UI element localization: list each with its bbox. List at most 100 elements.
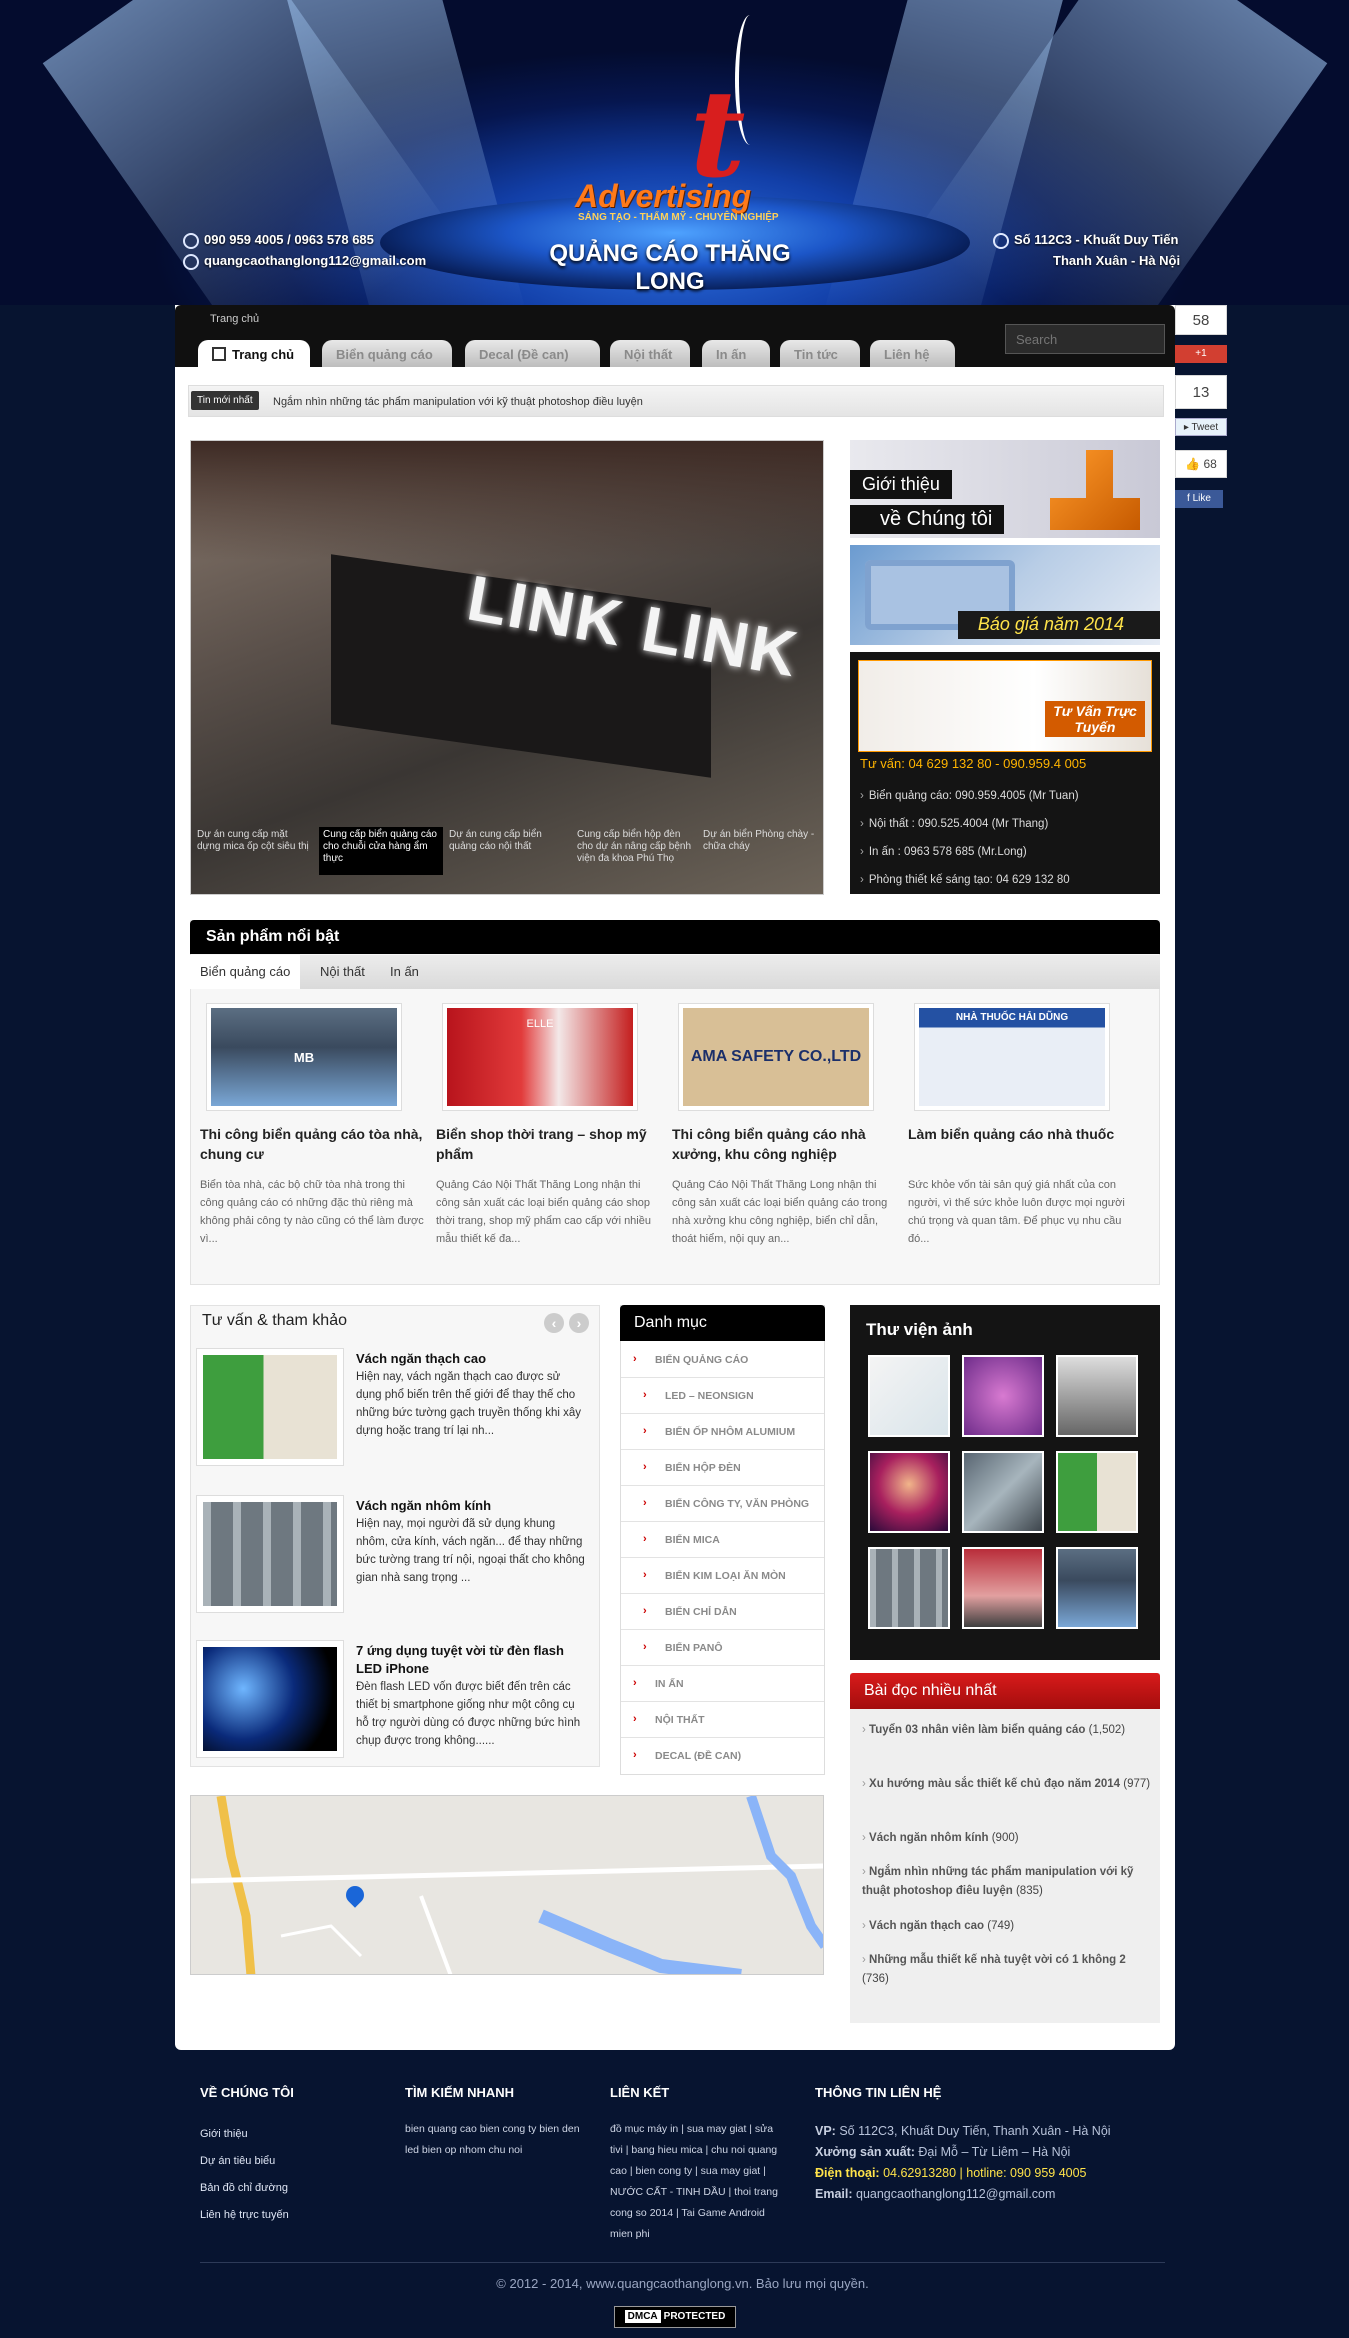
tab-in-an[interactable]: In ấn — [702, 340, 770, 367]
category-item[interactable]: › IN ẤN — [621, 1666, 824, 1702]
gplus-button[interactable]: +1 — [1175, 345, 1227, 363]
dmca-badge[interactable]: DMCA PROTECTED — [614, 2306, 736, 2328]
gallery-thumb[interactable] — [868, 1547, 950, 1629]
chevron-right-icon: › — [633, 1353, 637, 1365]
featured-item[interactable]: NHÀ THUỐC HẢI DŨNG Làm biển quảng cáo nh… — [908, 1000, 1125, 1280]
logo-name[interactable]: QUẢNG CÁO THĂNG LONG — [520, 240, 820, 296]
image-slider[interactable]: LINK LINK Dự án cung cấp mặt dựng mica ố… — [190, 440, 824, 895]
tab-lien-he[interactable]: Liên hệ — [870, 340, 955, 367]
gallery-thumb[interactable] — [962, 1355, 1044, 1437]
contact-item: › In ấn : 0963 578 685 (Mr.Long) — [860, 846, 1027, 858]
slider-caption[interactable]: Dự án biển Phòng chày - chữa cháy — [699, 827, 823, 894]
gallery-thumb[interactable] — [868, 1355, 950, 1437]
featured-tab-bien-quang-cao[interactable]: Biển quảng cáo — [190, 955, 301, 989]
featured-item-title[interactable]: Biển shop thời trang – shop mỹ phẩm — [436, 1124, 666, 1164]
category-item[interactable]: › BIỂN CHỈ DẪN — [621, 1594, 824, 1630]
featured-item[interactable]: ELLE Biển shop thời trang – shop mỹ phẩm… — [436, 1000, 651, 1280]
category-item[interactable]: › NỘI THẤT — [621, 1702, 824, 1738]
featured-image[interactable]: NHÀ THUỐC HẢI DŨNG — [914, 1003, 1110, 1111]
copyright: © 2012 - 2014, www.quangcaothanglong.vn.… — [496, 2276, 869, 2291]
slider-caption[interactable]: Dự án cung cấp mặt dựng mica ốp cột siêu… — [193, 827, 317, 894]
featured-item[interactable]: MB Thi công biển quảng cáo tòa nhà, chun… — [200, 1000, 424, 1280]
popular-item[interactable]: › Xu hướng màu sắc thiết kế chủ đạo năm … — [862, 1775, 1152, 1794]
slider-building-sign — [191, 441, 823, 561]
search-input[interactable] — [1005, 324, 1165, 354]
advice-item[interactable]: Vách ngăn thạch cao Hiện nay, vách ngăn … — [196, 1348, 596, 1468]
contact-item: › Biển quảng cáo: 090.959.4005 (Mr Tuan) — [860, 790, 1079, 802]
popular-item[interactable]: › Tuyển 03 nhân viên làm biển quảng cáo … — [862, 1721, 1152, 1740]
tab-noi-that[interactable]: Nội thất — [610, 340, 690, 367]
tab-decal[interactable]: Decal (Đề can) — [465, 340, 600, 367]
slider-caption[interactable]: Dự án cung cấp biển quảng cáo nội thất — [445, 827, 569, 894]
featured-item-title[interactable]: Làm biển quảng cáo nhà thuốc — [908, 1124, 1138, 1144]
tab-tin-tuc[interactable]: Tin tức — [780, 340, 860, 367]
gallery-title: Thư viện ảnh — [866, 1320, 973, 1339]
featured-tab-in-an[interactable]: In ấn — [390, 964, 419, 979]
location-map[interactable] — [190, 1795, 824, 1975]
advice-item-title[interactable]: Vách ngăn nhôm kính — [356, 1497, 586, 1515]
popular-item[interactable]: › Vách ngăn nhôm kính (900) — [862, 1829, 1152, 1848]
slider-caption-active[interactable]: Cung cấp biển quảng cáo cho chuỗi cửa hà… — [319, 827, 443, 875]
gallery-thumb[interactable] — [1056, 1355, 1138, 1437]
about-banner[interactable]: Giới thiệu về Chúng tôi — [850, 440, 1160, 538]
popular-item[interactable]: › Những mẫu thiết kế nhà tuyệt vời có 1 … — [862, 1951, 1152, 1989]
advice-item[interactable]: 7 ứng dụng tuyệt vời từ đèn flash LED iP… — [196, 1640, 596, 1760]
gallery-thumb[interactable] — [962, 1547, 1044, 1629]
news-link[interactable]: Ngắm nhìn những tác phẩm manipulation vớ… — [273, 396, 643, 408]
chevron-right-icon: › — [862, 1724, 870, 1736]
category-item[interactable]: › LED – NEONSIGN — [621, 1378, 824, 1414]
gallery-grid — [868, 1355, 1148, 1645]
advice-item-title[interactable]: 7 ứng dụng tuyệt vời từ đèn flash LED iP… — [356, 1642, 586, 1678]
featured-item-title[interactable]: Thi công biển quảng cáo tòa nhà, chung c… — [200, 1124, 430, 1164]
chevron-right-icon: › — [643, 1605, 647, 1617]
category-item[interactable]: › BIỂN PANÔ — [621, 1630, 824, 1666]
phone-icon — [183, 232, 199, 249]
footer-link[interactable]: Giới thiệu — [200, 2121, 289, 2148]
featured-item-title[interactable]: Thi công biển quảng cáo nhà xưởng, khu c… — [672, 1124, 902, 1164]
category-item[interactable]: › BIỂN ỐP NHÔM ALUMIUM — [621, 1414, 824, 1450]
advice-image[interactable] — [196, 1640, 344, 1758]
consult-banner[interactable]: Tư Vấn Trực Tuyến — [858, 660, 1152, 752]
footer-link[interactable]: Bản đồ chỉ đường — [200, 2175, 289, 2202]
logo-word[interactable]: Advertising — [575, 178, 751, 215]
advice-image[interactable] — [196, 1348, 344, 1466]
popular-item[interactable]: › Vách ngăn thạch cao (749) — [862, 1917, 1152, 1936]
category-item[interactable]: › BIỂN MICA — [621, 1522, 824, 1558]
gallery-thumb[interactable] — [1056, 1451, 1138, 1533]
featured-tabs: Biển quảng cáo Nội thất In ấn — [190, 955, 1160, 989]
gallery-thumb[interactable] — [868, 1451, 950, 1533]
advice-item[interactable]: Vách ngăn nhôm kính Hiện nay, mọi người … — [196, 1495, 596, 1615]
category-item[interactable]: › BIỂN QUẢNG CÁO — [621, 1342, 824, 1378]
price-banner[interactable]: Báo giá năm 2014 — [850, 545, 1160, 645]
category-item[interactable]: › BIỂN HỘP ĐÈN — [621, 1450, 824, 1486]
category-item[interactable]: › BIỂN KIM LOẠI ĂN MÒN — [621, 1558, 824, 1594]
advice-item-desc: Hiện nay, mọi người đã sử dụng khung nhô… — [356, 1518, 585, 1584]
category-item[interactable]: › DECAL (ĐỀ CAN) — [621, 1738, 824, 1774]
featured-item[interactable]: AMA SAFETY CO.,LTD Thi công biển quảng c… — [672, 1000, 887, 1280]
tab-home[interactable]: Trang chủ — [198, 340, 310, 367]
gallery-thumb[interactable] — [1056, 1547, 1138, 1629]
chevron-right-icon: › — [643, 1425, 647, 1437]
featured-image[interactable]: ELLE — [442, 1003, 638, 1111]
tab-bien-quang-cao[interactable]: Biển quảng cáo — [322, 340, 452, 367]
email-icon — [183, 253, 199, 270]
gallery-thumb[interactable] — [962, 1451, 1044, 1533]
featured-image[interactable]: MB — [206, 1003, 402, 1111]
advice-image[interactable] — [196, 1495, 344, 1613]
footer-search-links[interactable]: bien quang cao bien cong ty bien den led… — [405, 2119, 595, 2161]
slider-caption[interactable]: Cung cấp biển hộp đèn cho dự án nâng cấp… — [573, 827, 697, 894]
prev-arrow-icon[interactable]: ‹ — [544, 1313, 564, 1333]
category-item[interactable]: › BIỂN CÔNG TY, VĂN PHÒNG — [621, 1486, 824, 1522]
footer-link[interactable]: Dự án tiêu biểu — [200, 2148, 289, 2175]
footer-search-title: TÌM KIẾM NHANH — [405, 2085, 515, 2100]
featured-image[interactable]: AMA SAFETY CO.,LTD — [678, 1003, 874, 1111]
footer-link[interactable]: Liên hệ trực tuyến — [200, 2202, 289, 2229]
tweet-button[interactable]: ▸ Tweet — [1175, 418, 1227, 436]
advice-item-title[interactable]: Vách ngăn thạch cao — [356, 1350, 586, 1368]
popular-item[interactable]: › Ngắm nhìn những tác phẩm manipulation … — [862, 1863, 1152, 1901]
featured-tab-noi-that[interactable]: Nội thất — [320, 964, 365, 979]
category-box: › BIỂN QUẢNG CÁO › LED – NEONSIGN › BIỂN ỐP… — [620, 1305, 825, 1775]
next-arrow-icon[interactable]: › — [569, 1313, 589, 1333]
breadcrumb[interactable]: Trang chủ — [210, 313, 259, 325]
facebook-like-button[interactable]: f Like — [1175, 490, 1223, 508]
